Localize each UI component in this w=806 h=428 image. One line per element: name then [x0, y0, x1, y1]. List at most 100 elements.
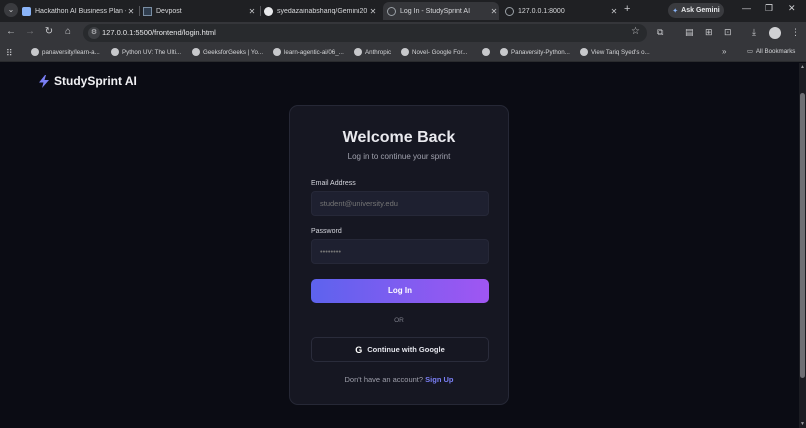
bookmark-item[interactable]: Panaversity-Python... [500, 48, 570, 56]
globe-icon [500, 48, 508, 56]
url-text[interactable]: 127.0.0.1:5500/frontend/login.html [102, 28, 216, 37]
login-title: Welcome Back [342, 129, 456, 146]
vertical-scrollbar[interactable]: ▲ ▼ [799, 63, 806, 428]
bookmarks-overflow-icon[interactable]: » [722, 47, 726, 56]
bookmark-item[interactable]: GeeksforGeeks | Yo... [192, 48, 263, 56]
tab-title: syedazainabshariq/Gemini20 ( [277, 7, 368, 15]
globe-icon [354, 48, 362, 56]
home-icon[interactable]: ⌂ [62, 26, 74, 37]
signup-row: Don't have an account? Sign Up [290, 375, 508, 384]
tab-title: 127.0.0.1:8000 [518, 7, 565, 15]
close-tab-icon[interactable]: ✕ [368, 7, 378, 16]
page-viewport: StudySprint AI Welcome Back Log in to co… [0, 63, 799, 428]
bookmark-item[interactable]: Python UV: The Ulti... [111, 48, 181, 56]
tab-strip: ⌄ Hackathon AI Business Plan - ✕ Devpost… [0, 0, 806, 22]
forward-arrow-icon[interactable]: → [24, 26, 36, 37]
tab-title: Log In - StudySprint AI [400, 7, 471, 15]
globe-icon [482, 48, 490, 56]
apps-grid-icon[interactable]: ⠿ [6, 48, 13, 59]
password-input[interactable] [311, 239, 489, 264]
tab-title: Devpost [156, 7, 182, 15]
folder-icon: ▭ [747, 48, 753, 55]
close-tab-icon[interactable]: ✕ [247, 7, 257, 16]
tab-divider [260, 6, 261, 16]
tab-devpost[interactable]: Devpost ✕ [143, 2, 257, 20]
close-tab-icon[interactable]: ✕ [489, 7, 499, 16]
globe-favicon-icon [505, 6, 514, 16]
bookmark-item[interactable]: panaversity/learn-a... [31, 48, 100, 56]
scroll-down-arrow-icon[interactable]: ▼ [800, 421, 805, 427]
tab-login-active[interactable]: Log In - StudySprint AI ✕ [383, 2, 499, 20]
brand-logo[interactable]: StudySprint AI [38, 74, 137, 88]
ask-gemini-button[interactable]: ✦ Ask Gemini [668, 3, 724, 18]
menu-kebab-icon[interactable]: ⋮ [791, 27, 800, 38]
login-subtitle: Log in to continue your sprint [347, 152, 451, 161]
email-input[interactable] [311, 191, 489, 216]
ask-gemini-label: Ask Gemini [681, 7, 720, 14]
globe-icon [192, 48, 200, 56]
bookmark-item[interactable] [482, 48, 493, 56]
tab-title: Hackathon AI Business Plan - [35, 7, 126, 15]
bookmark-label: Anthropic [365, 48, 392, 56]
bookmark-label: panaversity/learn-a... [42, 48, 100, 56]
minimize-icon[interactable]: — [742, 3, 751, 13]
globe-icon [580, 48, 588, 56]
signup-prompt: Don't have an account? [344, 375, 424, 384]
scrollbar-thumb[interactable] [800, 93, 805, 378]
close-tab-icon[interactable]: ✕ [126, 7, 136, 16]
site-info-icon[interactable]: ⚙ [88, 27, 100, 39]
tab-github[interactable]: syedazainabshariq/Gemini20 ( ✕ [264, 2, 378, 20]
restore-icon[interactable]: ❐ [765, 3, 773, 14]
github-icon [31, 48, 39, 56]
email-label: Email Address [311, 180, 356, 187]
google-icon: G [355, 344, 363, 355]
bookmark-label: GeeksforGeeks | Yo... [203, 48, 264, 56]
globe-icon [111, 48, 119, 56]
all-bookmarks-button[interactable]: ▭ All Bookmarks [747, 48, 795, 55]
lens-icon[interactable]: ⊡ [724, 27, 732, 38]
github-favicon-icon [264, 6, 273, 16]
tab-groups-icon[interactable]: ⊞ [705, 27, 713, 38]
close-tab-icon[interactable]: ✕ [609, 7, 619, 16]
sparkle-favicon-icon [22, 6, 31, 16]
profile-avatar-icon[interactable] [769, 27, 781, 39]
bookmark-label: Novel- Google For... [412, 48, 468, 56]
bookmark-item[interactable]: learn-agentic-ai/06_... [273, 48, 344, 56]
globe-icon [401, 48, 409, 56]
bookmark-item[interactable]: Novel- Google For... [401, 48, 467, 56]
google-signin-button[interactable]: G Continue with Google [311, 337, 489, 362]
google-button-label: Continue with Google [367, 345, 445, 354]
bookmark-item[interactable]: View Tariq Syed's o... [580, 48, 650, 56]
sidebar-icon[interactable]: ▤ [685, 27, 694, 38]
devpost-favicon-icon [143, 6, 152, 16]
new-tab-icon[interactable]: + [624, 3, 630, 15]
download-icon[interactable]: ⤓ [752, 27, 756, 38]
bookmark-label: learn-agentic-ai/06_... [284, 48, 344, 56]
reload-icon[interactable]: ↻ [43, 26, 55, 37]
tab-search-icon[interactable]: ⌄ [4, 3, 18, 17]
tab-hackathon[interactable]: Hackathon AI Business Plan - ✕ [22, 2, 136, 20]
bookmark-label: Panaversity-Python... [511, 48, 570, 56]
globe-icon [273, 48, 281, 56]
or-divider: OR [394, 317, 404, 324]
tab-localhost[interactable]: 127.0.0.1:8000 ✕ [505, 2, 619, 20]
signup-link[interactable]: Sign Up [425, 375, 453, 384]
bookmark-star-icon[interactable]: ☆ [631, 26, 640, 37]
bookmark-item[interactable]: Anthropic [354, 48, 391, 56]
back-arrow-icon[interactable]: ← [5, 26, 17, 37]
bookmark-label: Python UV: The Ulti... [122, 48, 182, 56]
bookmark-label: View Tariq Syed's o... [591, 48, 650, 56]
login-button[interactable]: Log In [311, 279, 489, 303]
loading-favicon-icon [387, 6, 396, 16]
all-bookmarks-label: All Bookmarks [755, 48, 796, 55]
lightning-bolt-icon [39, 74, 49, 88]
tab-divider [139, 6, 140, 16]
gemini-sparkle-icon: ✦ [672, 7, 679, 15]
password-label: Password [311, 228, 342, 235]
scroll-up-arrow-icon[interactable]: ▲ [800, 64, 805, 70]
extensions-icon[interactable]: ⧉ [657, 27, 663, 38]
brand-name: StudySprint AI [54, 74, 137, 88]
window-close-icon[interactable]: ✕ [788, 3, 796, 14]
address-bar[interactable]: ⚙ 127.0.0.1:5500/frontend/login.html ☆ [83, 24, 647, 42]
bookmarks-bar: ⠿ panaversity/learn-a... Python UV: The … [0, 44, 806, 62]
